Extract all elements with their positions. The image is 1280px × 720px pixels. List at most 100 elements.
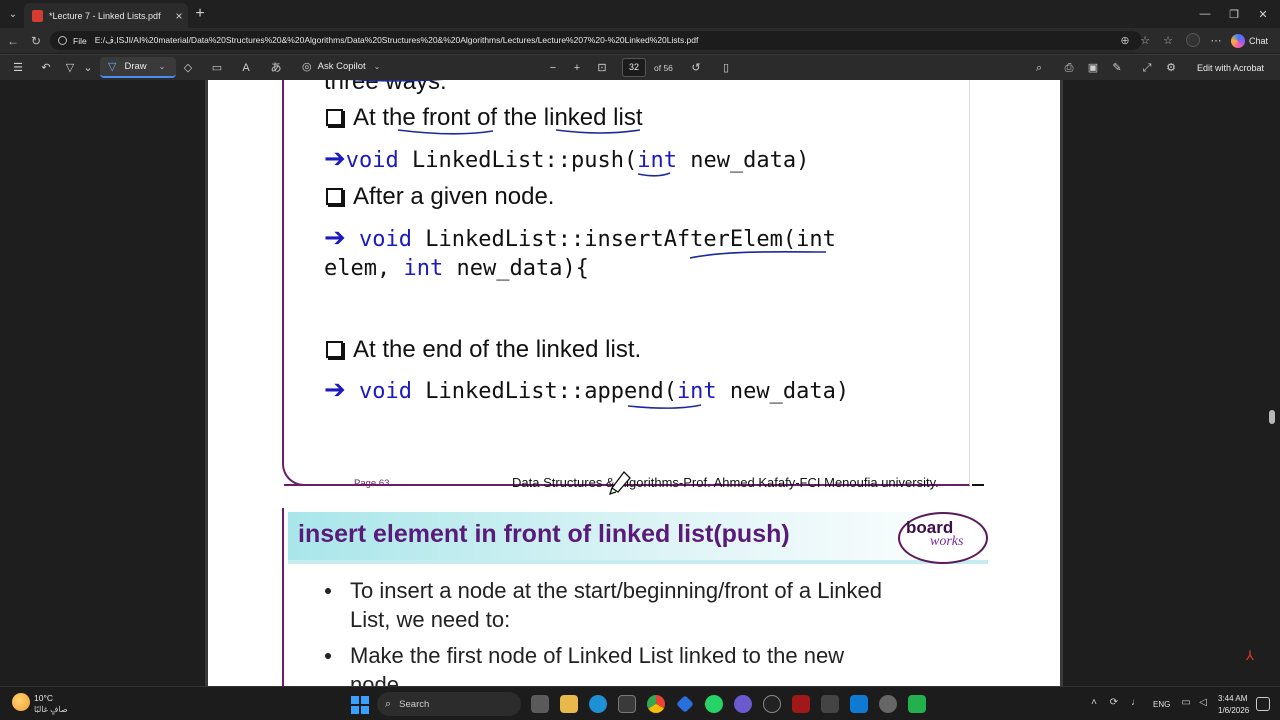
fullscreen-icon[interactable]: ⤢ [1139,60,1155,76]
contents-list-icon[interactable]: ☰ [10,60,26,76]
input-language[interactable]: ENG [1153,700,1170,709]
pdf-viewport[interactable]: three ways: At the front of the linked l… [0,80,1280,686]
url-text[interactable]: E:/ڤ,ISJI/AI%20material/Data%20Structure… [95,35,699,46]
pen-app-icon[interactable] [821,695,839,713]
add-text-icon[interactable]: ▭ [209,60,225,76]
refresh-icon[interactable]: ↻ [27,32,45,50]
rotate-icon[interactable]: ↺ [688,60,704,76]
weather-description[interactable]: صافٍ غالبًا [34,705,68,714]
text-format-icon[interactable]: A [238,60,254,76]
weather-temperature[interactable]: 10°C [34,693,53,703]
volume-icon[interactable]: ◁ [1195,697,1211,708]
draw-caret-icon[interactable]: ⌄ [159,62,166,71]
start-windows-icon[interactable] [351,696,369,714]
highlight-caret-icon[interactable]: ⌄ [80,60,96,76]
bullet-1-line-2: List, we need to: [350,607,511,632]
settings-gear-icon[interactable]: ⚙ [1163,60,1179,76]
access-icon[interactable] [792,695,810,713]
eraser-icon[interactable]: ◇ [180,60,196,76]
chat-label: Chat [1249,36,1269,46]
browser-tab[interactable]: *Lecture 7 - Linked Lists.pdf × [24,3,188,28]
page-count-label: of 56 [654,63,673,73]
edit-with-acrobat-button[interactable]: Edit with Acrobat [1197,63,1264,73]
task-view-icon[interactable] [531,695,549,713]
store-icon[interactable] [618,695,636,713]
read-aloud-icon[interactable]: あ [268,60,284,76]
site-info-icon[interactable] [58,36,67,45]
bullet-dot [325,653,331,659]
draw-pen-icon: ▽ [108,61,117,73]
back-arrow-icon[interactable]: ← [4,32,22,50]
clock-time[interactable]: 3:44 AM [1218,694,1247,703]
copilot-icon: ◎ [302,61,312,73]
camtasia-icon[interactable] [908,695,926,713]
save-as-icon[interactable]: ✎ [1109,60,1125,76]
print-icon[interactable]: ⎙ [1061,60,1077,76]
zoom-icon[interactable]: ⊕ [1117,33,1133,49]
logo-text-works: works [930,534,964,549]
notifications-icon[interactable] [1256,697,1270,711]
tray-chevron-up-icon[interactable]: ˄ [1086,697,1102,708]
edge-browser-icon[interactable] [589,695,607,713]
bullet-2-line-1: Make the first node of Linked List linke… [350,643,845,668]
pdf-file-icon [32,9,43,22]
more-menu-icon[interactable]: ⋯ [1208,33,1224,49]
title-bar: ⌄ *Lecture 7 - Linked Lists.pdf × + — ❐ … [0,0,1280,28]
edge-pdf-viewer-window: ⌄ *Lecture 7 - Linked Lists.pdf × + — ❐ … [0,0,1280,720]
taskbar-search[interactable]: ⌕ Search [377,692,521,716]
new-tab-plus-icon[interactable]: + [192,5,208,23]
scrollbar-thumb[interactable] [1269,410,1275,424]
vscode-icon[interactable] [850,695,868,713]
url-field[interactable]: File E:/ڤ,ISJI/AI%20material/Data%20Stru… [50,31,1142,50]
weather-sun-icon[interactable] [12,693,30,711]
search-label: Search [399,698,430,710]
url-scheme-label: File [73,35,87,46]
fit-page-icon[interactable]: ⊡ [594,60,610,76]
zoom-in-icon[interactable]: + [569,60,585,76]
page-view-icon[interactable]: ▯ [718,60,734,76]
chrome-icon[interactable] [647,695,665,713]
copilot-chat-button[interactable]: Chat [1231,32,1268,50]
highlight-icon[interactable]: ▽ [62,60,78,76]
pdf-page[interactable]: three ways: At the front of the linked l… [208,80,1060,686]
profile-avatar[interactable] [1186,33,1200,47]
find-search-icon[interactable]: ⌕ [1031,60,1047,76]
windows-taskbar: 10°C صافٍ غالبًا ⌕ Search ˄ ⟳ ♩ ENG ▭ ◁ … [0,686,1280,720]
page-shadow-right [1060,80,1063,686]
undo-icon[interactable]: ↶ [38,60,54,76]
favorite-star-icon[interactable]: ☆ [1137,33,1153,49]
ask-copilot-caret-icon[interactable]: ⌄ [374,62,381,71]
microphone-icon[interactable]: ♩ [1128,697,1144,708]
network-icon[interactable]: ▭ [1178,697,1194,708]
ask-copilot-label: Ask Copilot [317,61,366,72]
page-number-input[interactable]: 32 [622,58,646,77]
ask-copilot-button[interactable]: ◎ Ask Copilot ⌄ [302,60,380,73]
tab-actions-chevron-icon[interactable]: ⌄ [0,0,26,28]
zoom-out-icon[interactable]: − [545,60,561,76]
copilot-logo-icon [1231,34,1245,48]
slide-title: insert element in front of linked list(p… [298,520,790,548]
save-icon[interactable]: ▣ [1085,60,1101,76]
draw-button[interactable]: ▽ Draw ⌄ [100,57,176,78]
sync-icon[interactable]: ⟳ [1106,697,1122,708]
search-icon: ⌕ [385,697,392,710]
pdf-toolbar: ☰ ↶ ▽ ⌄ ▽ Draw ⌄ ◇ ▭ A あ ◎ Ask Copilot ⌄… [0,54,1280,80]
draw-label: Draw [124,61,147,72]
address-bar: ← ↻ File E:/ڤ,ISJI/AI%20material/Data%20… [0,28,1280,53]
app-icon[interactable] [734,695,752,713]
bullet-1-line-1: To insert a node at the start/beginning/… [350,578,883,603]
gemini-icon[interactable] [676,695,694,713]
file-explorer-icon[interactable] [560,695,578,713]
slide-frame-left [282,508,284,686]
close-window-icon[interactable]: ✕ [1246,0,1280,28]
whatsapp-icon[interactable] [705,695,723,713]
favorites-list-icon[interactable]: ☆ [1160,33,1176,49]
clock-date[interactable]: 1/6/2026 [1218,706,1249,715]
bullet-dot [325,588,331,594]
acrobat-icon[interactable]: ⅄ [1240,648,1260,666]
tab-title: *Lecture 7 - Linked Lists.pdf [49,10,161,21]
settings-app-icon[interactable] [879,695,897,713]
tab-close-icon[interactable]: × [170,9,188,23]
github-icon[interactable] [763,695,781,713]
vertical-scrollbar[interactable] [1266,80,1280,686]
